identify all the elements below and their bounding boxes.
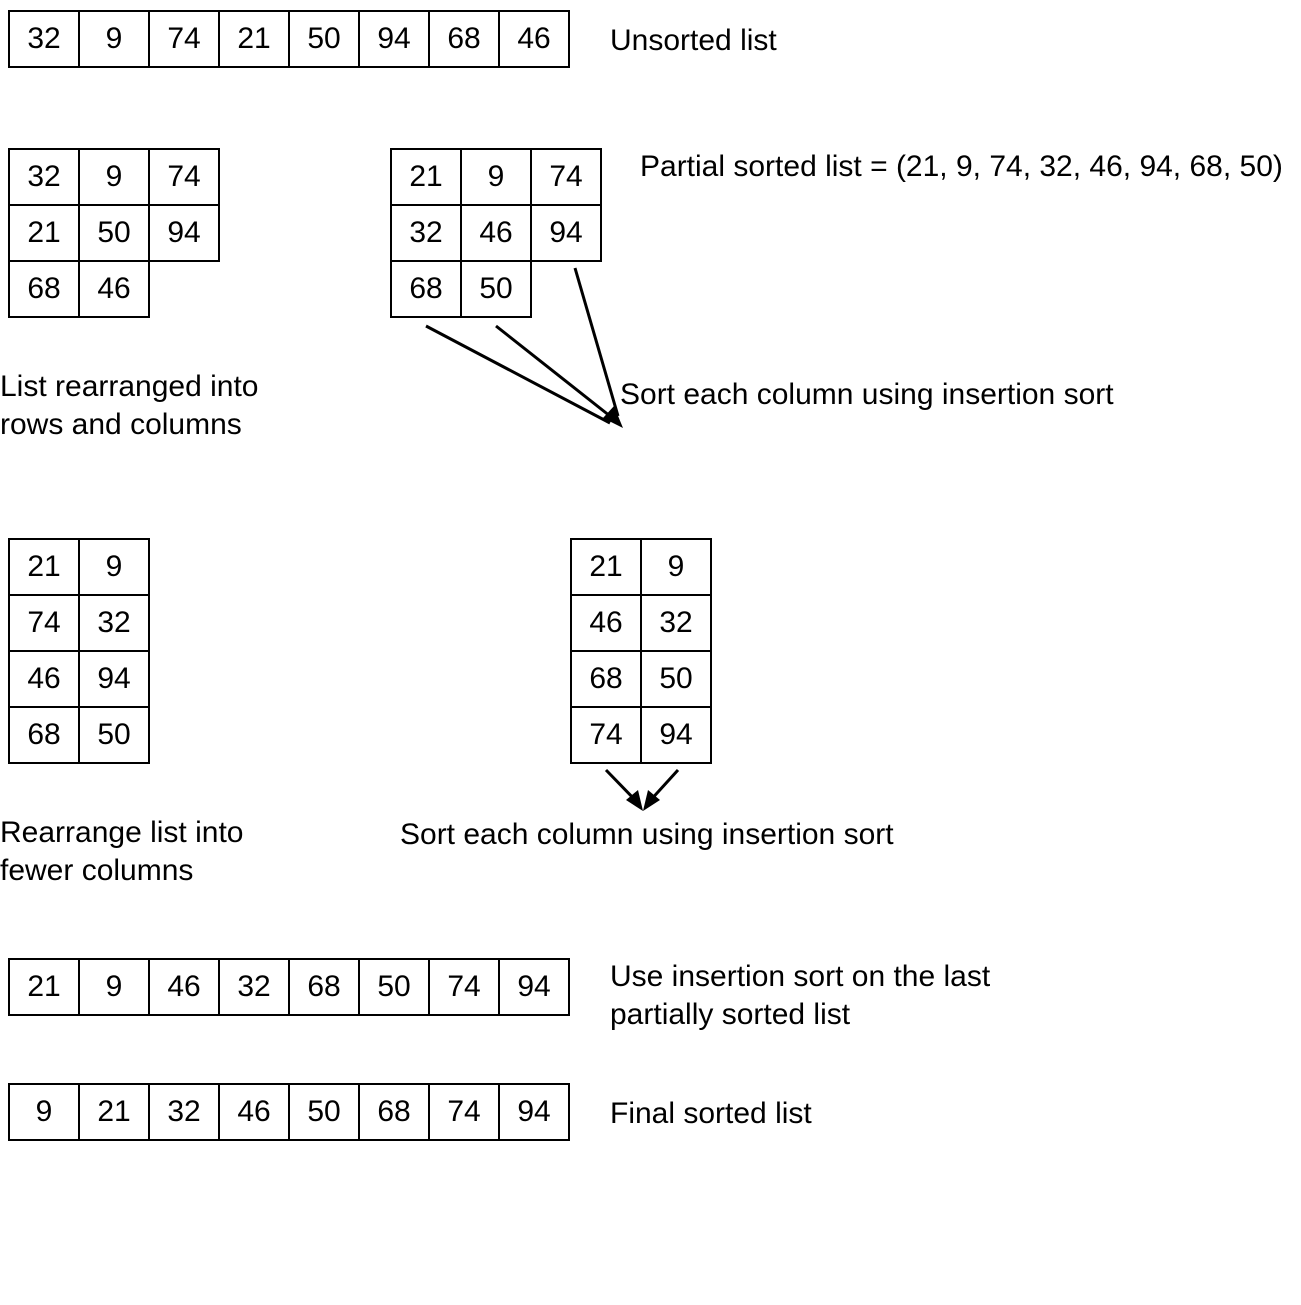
cell: 68 — [358, 1083, 430, 1141]
cell: 74 — [148, 10, 220, 68]
cell: 32 — [640, 594, 712, 652]
final-grid: 9 21 32 46 50 68 74 94 — [8, 1083, 570, 1141]
sortedCols3-grid: 21 9 74 32 46 94 68 50 — [390, 148, 602, 318]
sortedCols2-block: 21 9 46 32 68 50 74 94 Sort each column … — [570, 538, 712, 764]
cell: 74 — [428, 958, 500, 1016]
cell: 94 — [148, 204, 220, 262]
cell: 32 — [148, 1083, 220, 1141]
cell: 50 — [460, 260, 532, 318]
cell: 68 — [8, 706, 80, 764]
cell: 68 — [428, 10, 500, 68]
cell: 32 — [8, 10, 80, 68]
cell: 32 — [78, 594, 150, 652]
final-label: Final sorted list — [610, 1083, 812, 1133]
cell: 46 — [570, 594, 642, 652]
cell: 46 — [498, 10, 570, 68]
rearranged3-grid: 32 9 74 21 50 94 68 46 — [8, 148, 220, 318]
sortedCols3-label: Sort each column using insertion sort — [620, 376, 1114, 414]
cell: 50 — [78, 204, 150, 262]
cell: 68 — [288, 958, 360, 1016]
rearranged2-grid: 21 9 74 32 46 94 68 50 — [8, 538, 150, 764]
rearranged2-block: 21 9 74 32 46 94 68 50 Rearrange list in… — [8, 538, 260, 889]
cell: 68 — [8, 260, 80, 318]
partial-sorted-label: Partial sorted list = (21, 9, 74, 32, 46… — [640, 148, 1301, 186]
cell: 74 — [530, 148, 602, 206]
cell: 50 — [288, 10, 360, 68]
cell: 9 — [78, 148, 150, 206]
cell: 50 — [640, 650, 712, 708]
cell: 94 — [498, 958, 570, 1016]
cell: 32 — [8, 148, 80, 206]
cell: 68 — [390, 260, 462, 318]
unsorted-grid: 32 9 74 21 50 94 68 46 — [8, 10, 570, 68]
rearranged3-label: List rearranged into rows and columns — [0, 368, 280, 443]
cell: 50 — [78, 706, 150, 764]
cell: 21 — [390, 148, 462, 206]
cell: 46 — [460, 204, 532, 262]
rearranged2-label: Rearrange list into fewer columns — [0, 814, 260, 889]
prefinal-label: Use insertion sort on the last partially… — [610, 958, 1050, 1033]
cell: 9 — [8, 1083, 80, 1141]
cell: 94 — [640, 706, 712, 764]
rearranged3-block: 32 9 74 21 50 94 68 46 List rearranged i… — [8, 148, 280, 443]
cell: 74 — [570, 706, 642, 764]
step-final: 9 21 32 46 50 68 74 94 Final sorted list — [8, 1083, 1291, 1141]
sortedCols3-block: 21 9 74 32 46 94 68 50 — [390, 148, 602, 318]
cell: 21 — [8, 958, 80, 1016]
prefinal-grid: 21 9 46 32 68 50 74 94 — [8, 958, 570, 1016]
step-3col: 32 9 74 21 50 94 68 46 List rearranged i… — [8, 148, 1291, 478]
sortedCols2-label: Sort each column using insertion sort — [400, 816, 920, 854]
cell: 94 — [78, 650, 150, 708]
cell: 94 — [530, 204, 602, 262]
cell: 74 — [428, 1083, 500, 1141]
cell: 94 — [358, 10, 430, 68]
cell: 32 — [390, 204, 462, 262]
cell: 9 — [78, 958, 150, 1016]
cell: 94 — [498, 1083, 570, 1141]
cell: 21 — [78, 1083, 150, 1141]
cell: 21 — [8, 538, 80, 596]
cell: 21 — [570, 538, 642, 596]
cell: 46 — [78, 260, 150, 318]
sortedCols2-grid: 21 9 46 32 68 50 74 94 — [570, 538, 712, 764]
cell: 21 — [8, 204, 80, 262]
cell: 68 — [570, 650, 642, 708]
sortedCols3-labels: Partial sorted list = (21, 9, 74, 32, 46… — [640, 148, 1301, 413]
cell: 46 — [8, 650, 80, 708]
cell: 32 — [218, 958, 290, 1016]
cell: 9 — [640, 538, 712, 596]
step-prefinal: 21 9 46 32 68 50 74 94 Use insertion sor… — [8, 958, 1291, 1033]
step-unsorted: 32 9 74 21 50 94 68 46 Unsorted list — [8, 10, 1291, 68]
cell: 9 — [78, 538, 150, 596]
cell: 74 — [8, 594, 80, 652]
cell: 9 — [460, 148, 532, 206]
cell: 50 — [358, 958, 430, 1016]
cell: 46 — [218, 1083, 290, 1141]
cell: 74 — [148, 148, 220, 206]
unsorted-label: Unsorted list — [610, 10, 777, 60]
cell: 50 — [288, 1083, 360, 1141]
cell: 21 — [218, 10, 290, 68]
cell: 46 — [148, 958, 220, 1016]
step-2col: 21 9 74 32 46 94 68 50 Rearrange list in… — [8, 538, 1291, 898]
cell: 9 — [78, 10, 150, 68]
